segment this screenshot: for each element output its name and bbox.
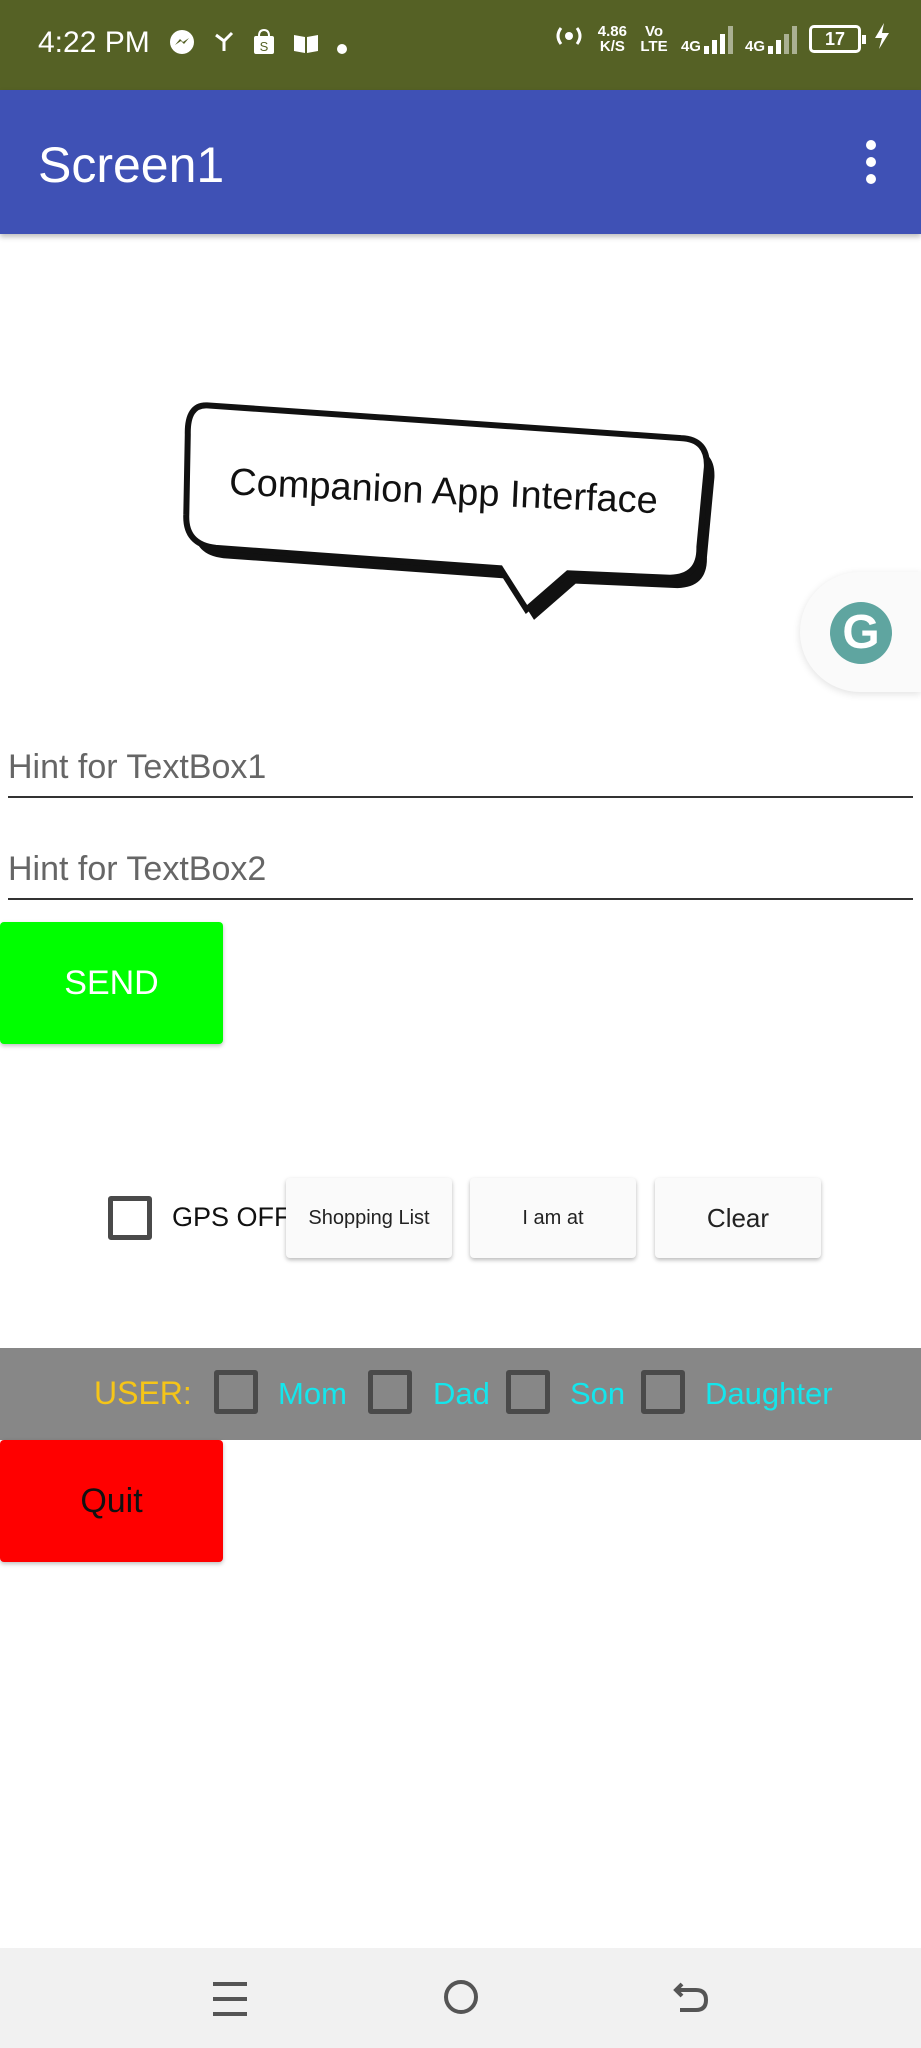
back-icon[interactable] <box>670 1976 712 2018</box>
status-indicators: 4.86 K/S Vo LTE 4G 4G 17 <box>552 22 891 56</box>
user-bar: USER: Mom Dad Son Daughter <box>0 1348 921 1440</box>
overflow-menu-icon[interactable] <box>851 140 891 184</box>
son-label: Son <box>570 1376 626 1411</box>
dad-checkbox[interactable] <box>368 1370 412 1414</box>
mom-checkbox[interactable] <box>214 1370 258 1414</box>
dot-icon <box>336 30 348 62</box>
speed-unit: K/S <box>599 38 625 55</box>
textbox2-input[interactable] <box>8 840 913 900</box>
charging-icon <box>873 22 891 56</box>
i-am-at-button[interactable]: I am at <box>470 1178 636 1258</box>
clear-button[interactable]: Clear <box>655 1178 821 1258</box>
recents-menu-icon[interactable] <box>213 1982 247 2016</box>
shopping-list-button[interactable]: Shopping List <box>286 1178 452 1258</box>
dad-label: Dad <box>433 1376 490 1411</box>
home-icon[interactable] <box>444 1980 478 2014</box>
quit-button[interactable]: Quit <box>0 1440 223 1562</box>
network-type-1: 4G <box>680 38 701 55</box>
system-nav-bar <box>0 1948 921 2048</box>
hotspot-icon <box>552 22 586 56</box>
app-title: Screen1 <box>38 137 225 193</box>
status-time: 4:22 PM <box>38 26 150 59</box>
svg-text:S: S <box>260 39 269 54</box>
son-checkbox[interactable] <box>506 1370 550 1414</box>
gps-label: GPS OFF <box>172 1202 291 1232</box>
messenger-icon <box>168 28 196 63</box>
network-type-2: 4G <box>744 38 765 55</box>
yoga-icon <box>212 29 236 62</box>
banner-speech-bubble-image: Companion App Interface <box>183 402 715 620</box>
daughter-checkbox[interactable] <box>641 1370 685 1414</box>
grammarly-icon: G <box>830 602 892 664</box>
gps-checkbox[interactable] <box>108 1196 152 1240</box>
grammarly-widget[interactable]: G <box>800 572 921 692</box>
signal-strength-2-icon <box>768 24 797 54</box>
notification-icons: S <box>168 28 348 63</box>
signal-strength-1-icon <box>703 24 733 54</box>
user-label: USER: <box>94 1375 192 1411</box>
volte-indicator: Vo LTE <box>640 23 668 55</box>
textbox1-input[interactable] <box>8 738 913 798</box>
send-button[interactable]: SEND <box>0 922 223 1044</box>
network-speed: 4.86 K/S <box>598 24 627 54</box>
speed-value: 4.86 <box>597 23 627 40</box>
book-icon <box>292 30 320 62</box>
daughter-label: Daughter <box>705 1376 833 1411</box>
status-bar: 4:22 PM S 4.86 K/S Vo LTE 4G 4G 17 <box>0 0 921 90</box>
shop-icon: S <box>252 28 276 63</box>
mom-label: Mom <box>278 1376 347 1411</box>
app-bar: Screen1 <box>0 90 921 234</box>
battery-icon: 17 <box>809 25 866 53</box>
